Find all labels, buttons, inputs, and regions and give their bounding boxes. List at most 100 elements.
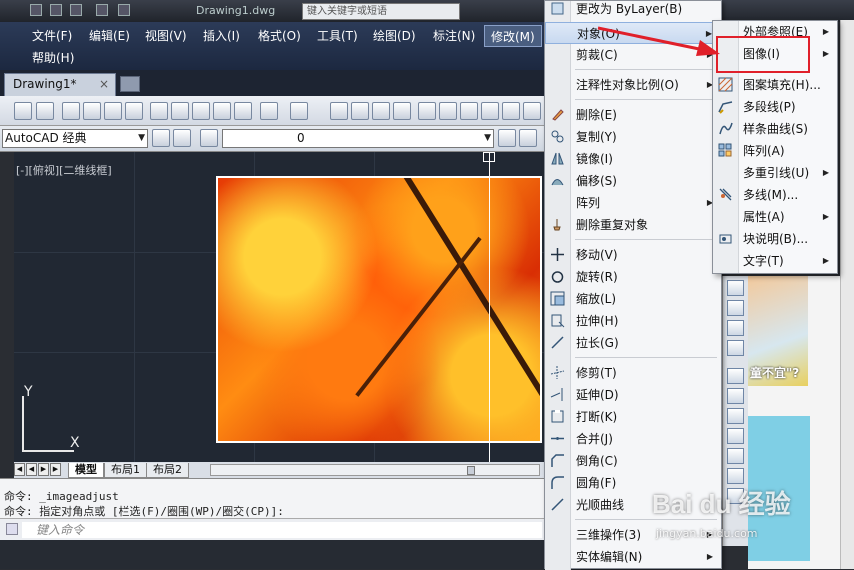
menu-modify[interactable]: 修改(M)	[484, 25, 542, 47]
menu-format[interactable]: 格式(O)	[252, 25, 307, 47]
menu-item-break[interactable]: 打断(K)	[545, 406, 721, 428]
tab-drawing1[interactable]: Drawing1* ×	[4, 73, 116, 96]
menu-edit[interactable]: 编辑(E)	[83, 25, 136, 47]
redo-icon[interactable]	[290, 102, 308, 120]
move-icon[interactable]	[727, 280, 744, 296]
open-icon[interactable]	[50, 4, 62, 16]
fillet-icon[interactable]	[727, 468, 744, 484]
menu-item-offset[interactable]: 偏移(S)	[545, 170, 721, 192]
menu-item-extend[interactable]: 延伸(D)	[545, 384, 721, 406]
submenu-item-multiline[interactable]: 多线(M)...	[713, 184, 837, 206]
menu-item-erase[interactable]: 删除(E)	[545, 104, 721, 126]
chamfer-icon[interactable]	[727, 448, 744, 464]
new-icon[interactable]	[30, 4, 42, 16]
match-properties-icon[interactable]	[213, 102, 231, 120]
menu-item-trim[interactable]: 修剪(T)	[545, 362, 721, 384]
viewport-label[interactable]: [-][俯视][二维线框]	[16, 162, 112, 178]
submenu-item-block-description[interactable]: 块说明(B)...	[713, 228, 837, 250]
menu-view[interactable]: 视图(V)	[139, 25, 193, 47]
submenu-item-multileader[interactable]: 多重引线(U) ▶	[713, 162, 837, 184]
submenu-item-hatch[interactable]: 图案填充(H)...	[713, 74, 837, 96]
menu-item-annotative-scale[interactable]: 注释性对象比例(O) ▶	[545, 74, 721, 96]
search-input[interactable]: 键入关键字或短语	[302, 3, 460, 20]
markup-icon[interactable]	[502, 102, 520, 120]
menu-item-join[interactable]: 合并(J)	[545, 428, 721, 450]
prev-layout-icon[interactable]: ◀	[26, 463, 37, 476]
menu-item-move[interactable]: 移动(V)	[545, 244, 721, 266]
properties-icon[interactable]	[418, 102, 436, 120]
join-icon[interactable]	[727, 428, 744, 444]
last-layout-icon[interactable]: ▶	[50, 463, 61, 476]
sheet-set-icon[interactable]	[481, 102, 499, 120]
menu-item-chamfer[interactable]: 倒角(C)	[545, 450, 721, 472]
new-tab-button[interactable]	[120, 76, 140, 92]
print-icon[interactable]	[62, 102, 80, 120]
break-icon[interactable]	[727, 408, 744, 424]
submenu-item-polyline[interactable]: 多段线(P)	[713, 96, 837, 118]
new-icon[interactable]	[14, 102, 32, 120]
block-editor-icon[interactable]	[234, 102, 252, 120]
copy-icon[interactable]	[171, 102, 189, 120]
close-icon[interactable]: ×	[99, 74, 109, 95]
horizontal-scrollbar[interactable]	[210, 464, 540, 476]
paste-icon[interactable]	[192, 102, 210, 120]
menu-item-scale[interactable]: 缩放(L)	[545, 288, 721, 310]
design-center-icon[interactable]	[439, 102, 457, 120]
menu-file[interactable]: 文件(F)	[26, 25, 78, 47]
scrollbar-thumb[interactable]	[467, 466, 475, 475]
submenu-item-text[interactable]: 文字(T) ▶	[713, 250, 837, 272]
tab-model[interactable]: 模型	[68, 463, 104, 478]
workspace-dropdown[interactable]: AutoCAD 经典 ▼	[2, 129, 148, 148]
menu-draw[interactable]: 绘图(D)	[367, 25, 422, 47]
vertical-scrollbar[interactable]	[840, 20, 854, 569]
make-current-layer-icon[interactable]	[498, 129, 516, 147]
next-layout-icon[interactable]: ▶	[38, 463, 49, 476]
cut-icon[interactable]	[150, 102, 168, 120]
saveas-icon[interactable]	[96, 4, 108, 16]
drawing-canvas[interactable]: [-][俯视][二维线框] Y X	[14, 152, 544, 462]
command-icon[interactable]	[6, 523, 18, 535]
trim-icon[interactable]	[727, 368, 744, 384]
command-input[interactable]: 键入命令	[22, 522, 542, 538]
rotate-icon[interactable]	[727, 300, 744, 316]
menu-item-bylayer[interactable]: 更改为 ByLayer(B)	[545, 0, 721, 20]
submenu-item-attribute[interactable]: 属性(A) ▶	[713, 206, 837, 228]
pan-icon[interactable]	[330, 102, 348, 120]
zoom-realtime-icon[interactable]	[351, 102, 369, 120]
menu-item-overkill[interactable]: 删除重复对象	[545, 214, 721, 236]
menu-item-stretch[interactable]: 拉伸(H)	[545, 310, 721, 332]
layer-dropdown[interactable]: 0 ▼	[222, 129, 494, 148]
plot-icon[interactable]	[125, 102, 143, 120]
scale-icon[interactable]	[727, 320, 744, 336]
stretch-icon[interactable]	[727, 340, 744, 356]
publish-icon[interactable]	[104, 102, 122, 120]
print-icon[interactable]	[118, 4, 130, 16]
save-icon[interactable]	[70, 4, 82, 16]
menu-help[interactable]: 帮助(H)	[26, 47, 80, 69]
calculator-icon[interactable]	[523, 102, 541, 120]
menu-item-lengthen[interactable]: 拉长(G)	[545, 332, 721, 354]
submenu-item-array[interactable]: 阵列(A)	[713, 140, 837, 162]
zoom-window-icon[interactable]	[372, 102, 390, 120]
submenu-item-spline[interactable]: 样条曲线(S)	[713, 118, 837, 140]
print-preview-icon[interactable]	[83, 102, 101, 120]
menu-dimension[interactable]: 标注(N)	[427, 25, 481, 47]
menu-item-rotate[interactable]: 旋转(R)	[545, 266, 721, 288]
first-layout-icon[interactable]: ◀	[14, 463, 25, 476]
layer-previous-icon[interactable]	[519, 129, 537, 147]
menu-item-array[interactable]: 阵列 ▶	[545, 192, 721, 214]
extend-icon[interactable]	[727, 388, 744, 404]
menu-insert[interactable]: 插入(I)	[197, 25, 246, 47]
raster-image-frame[interactable]	[216, 176, 542, 443]
tab-layout1[interactable]: 布局1	[104, 463, 147, 478]
tab-layout2[interactable]: 布局2	[146, 463, 189, 478]
menu-item-mirror[interactable]: 镜像(I)	[545, 148, 721, 170]
tool-palettes-icon[interactable]	[460, 102, 478, 120]
menu-tools[interactable]: 工具(T)	[311, 25, 364, 47]
undo-icon[interactable]	[260, 102, 278, 120]
workspace-icon[interactable]	[173, 129, 191, 147]
save-icon[interactable]	[36, 102, 54, 120]
menu-item-copy[interactable]: 复制(Y)	[545, 126, 721, 148]
workspace-settings-icon[interactable]	[152, 129, 170, 147]
zoom-previous-icon[interactable]	[393, 102, 411, 120]
